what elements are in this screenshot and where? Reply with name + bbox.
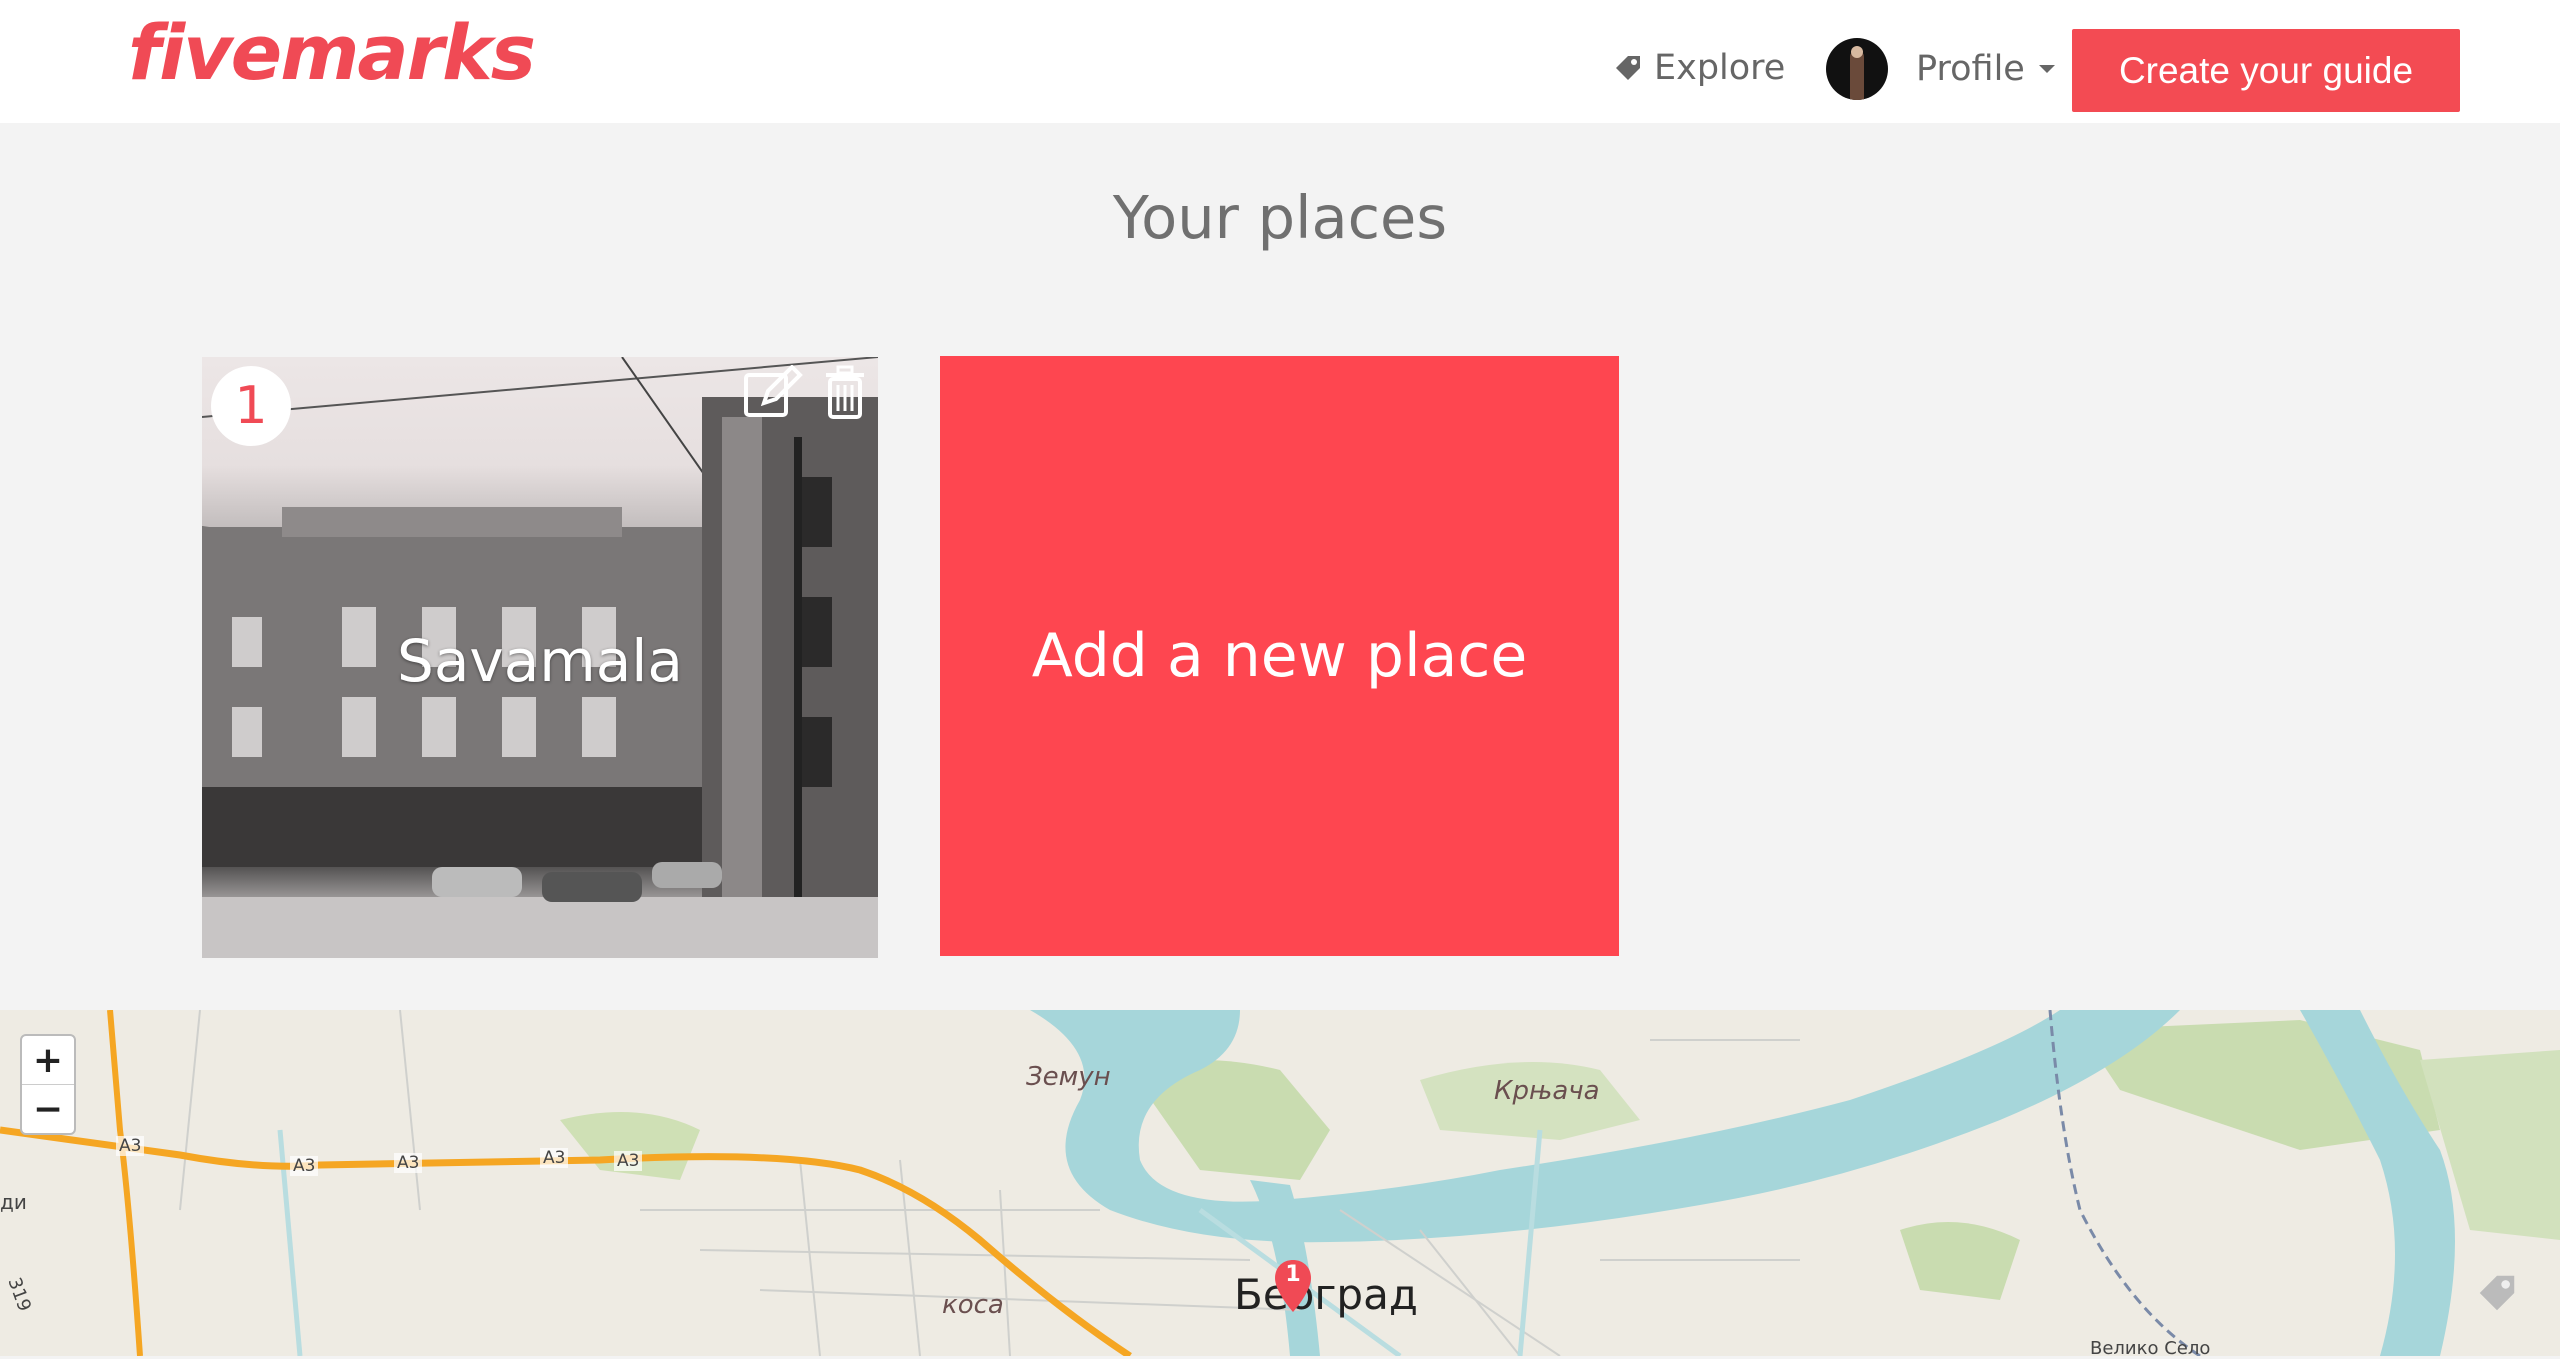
map-label-beograd: Београд <box>1234 1270 1418 1319</box>
tag-icon <box>1616 56 1640 80</box>
map-label-zemun: Земун <box>1026 1062 1111 1092</box>
profile-label: Profile <box>1916 49 2025 89</box>
add-place-card[interactable]: Add a new place <box>940 356 1619 956</box>
nav-explore-link[interactable]: Explore <box>1612 44 1785 92</box>
fivemarks-logo[interactable]: fivemarks <box>128 8 536 97</box>
add-place-label: Add a new place <box>1031 621 1528 691</box>
road-label: A3 <box>614 1151 643 1171</box>
avatar <box>1826 38 1888 100</box>
trash-icon[interactable] <box>822 365 868 419</box>
map-label-krnjaca: Крњача <box>1494 1076 1600 1106</box>
road-label: A3 <box>116 1136 145 1156</box>
map-label-left-edge: ди <box>0 1190 27 1214</box>
zoom-out-button[interactable]: − <box>22 1084 74 1133</box>
edit-icon[interactable] <box>742 365 804 419</box>
tag-icon <box>2479 1275 2515 1311</box>
profile-dropdown[interactable]: Profile <box>1826 38 2055 100</box>
caret-down-icon <box>2038 65 2055 73</box>
zoom-in-button[interactable]: + <box>22 1036 74 1084</box>
place-card-actions <box>742 365 868 419</box>
map-label-kosa: коса <box>942 1290 1004 1320</box>
road-label: A3 <box>394 1153 423 1173</box>
place-number-badge: 1 <box>211 366 291 446</box>
place-name: Savamala <box>397 627 683 695</box>
page-title: Your places <box>1112 183 1448 252</box>
top-navbar: fivemarks Explore Profile Create your gu… <box>0 0 2560 123</box>
road-label: A3 <box>540 1148 569 1168</box>
zoom-control: + − <box>20 1034 76 1135</box>
map-marker-number: 1 <box>1285 1262 1301 1287</box>
place-card[interactable]: 1 Savamala <box>202 357 878 958</box>
road-label: A3 <box>290 1156 319 1176</box>
nav-explore-label: Explore <box>1654 48 1786 88</box>
create-guide-button[interactable]: Create your guide <box>2072 29 2460 112</box>
